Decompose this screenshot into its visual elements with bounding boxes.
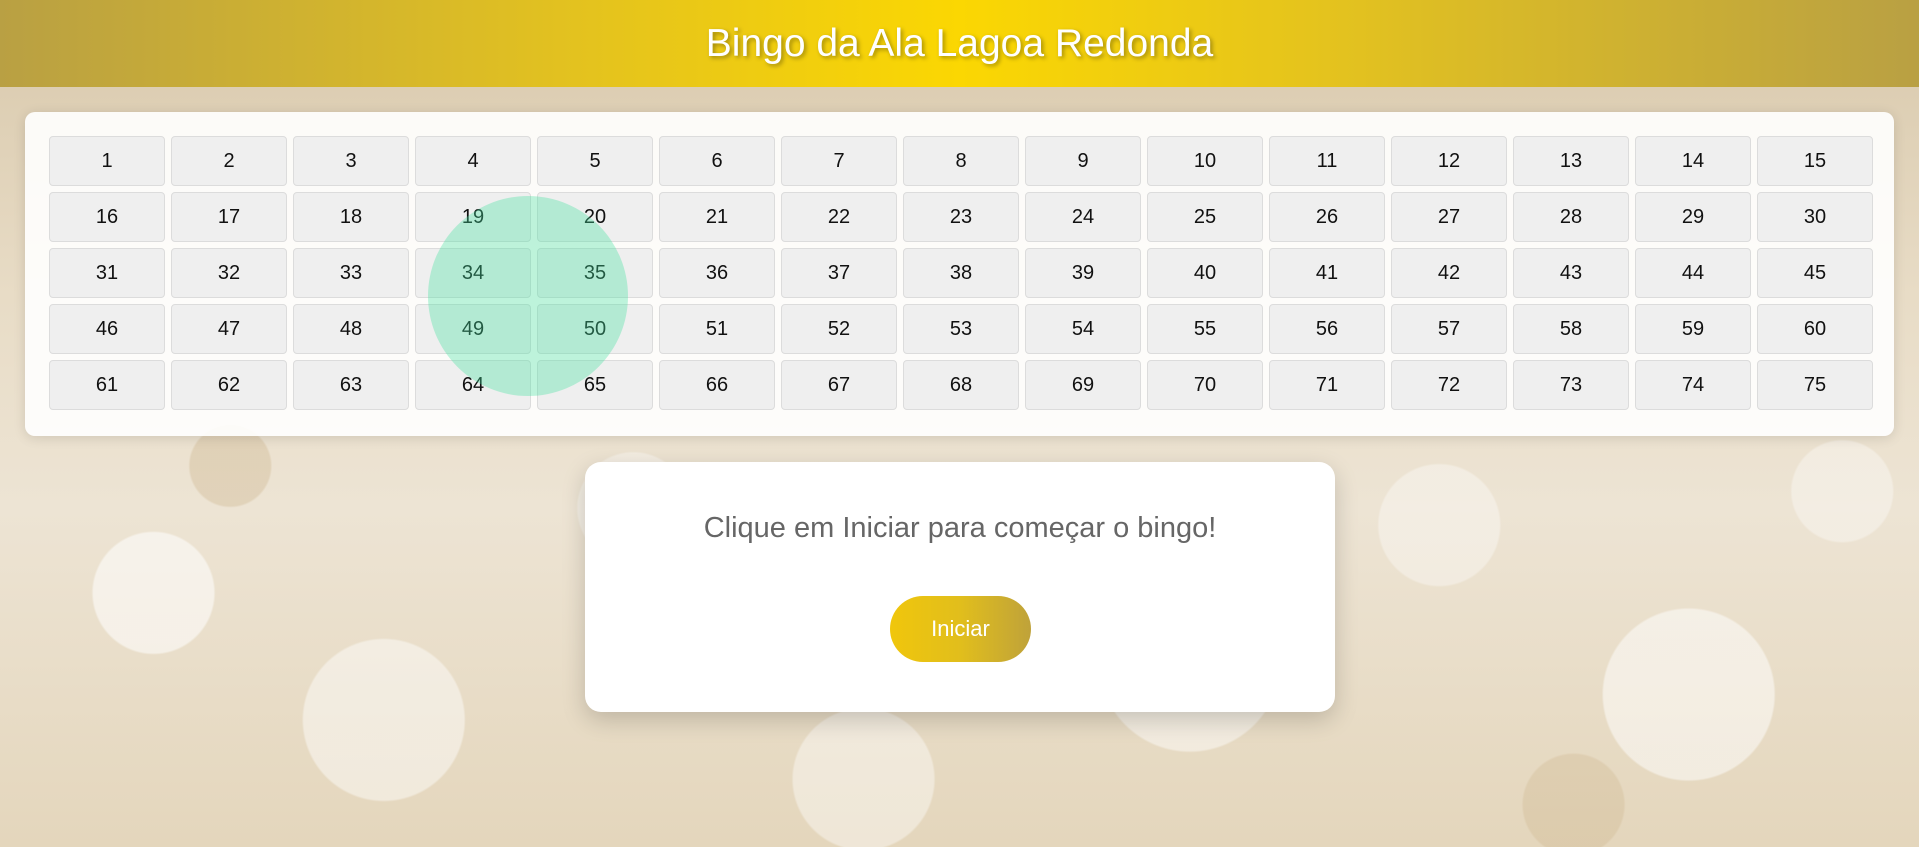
number-cell[interactable]: 19 <box>415 192 531 242</box>
number-cell[interactable]: 36 <box>659 248 775 298</box>
number-cell[interactable]: 3 <box>293 136 409 186</box>
number-cell[interactable]: 34 <box>415 248 531 298</box>
start-button[interactable]: Iniciar <box>890 596 1031 662</box>
number-cell[interactable]: 16 <box>49 192 165 242</box>
number-cell[interactable]: 7 <box>781 136 897 186</box>
number-cell[interactable]: 18 <box>293 192 409 242</box>
number-cell[interactable]: 40 <box>1147 248 1263 298</box>
page-title: Bingo da Ala Lagoa Redonda <box>705 21 1214 65</box>
number-cell[interactable]: 1 <box>49 136 165 186</box>
number-cell[interactable]: 72 <box>1391 360 1507 410</box>
number-cell[interactable]: 50 <box>537 304 653 354</box>
number-cell[interactable]: 17 <box>171 192 287 242</box>
number-cell[interactable]: 70 <box>1147 360 1263 410</box>
number-cell[interactable]: 10 <box>1147 136 1263 186</box>
number-cell[interactable]: 49 <box>415 304 531 354</box>
number-cell[interactable]: 37 <box>781 248 897 298</box>
number-cell[interactable]: 52 <box>781 304 897 354</box>
number-cell[interactable]: 12 <box>1391 136 1507 186</box>
number-cell[interactable]: 47 <box>171 304 287 354</box>
number-cell[interactable]: 2 <box>171 136 287 186</box>
number-cell[interactable]: 5 <box>537 136 653 186</box>
number-cell[interactable]: 55 <box>1147 304 1263 354</box>
number-cell[interactable]: 64 <box>415 360 531 410</box>
number-cell[interactable]: 29 <box>1635 192 1751 242</box>
number-cell[interactable]: 53 <box>903 304 1019 354</box>
number-cell[interactable]: 14 <box>1635 136 1751 186</box>
number-cell[interactable]: 48 <box>293 304 409 354</box>
number-cell[interactable]: 13 <box>1513 136 1629 186</box>
number-cell[interactable]: 23 <box>903 192 1019 242</box>
number-cell[interactable]: 44 <box>1635 248 1751 298</box>
number-cell[interactable]: 11 <box>1269 136 1385 186</box>
number-cell[interactable]: 45 <box>1757 248 1873 298</box>
number-cell[interactable]: 15 <box>1757 136 1873 186</box>
number-cell[interactable]: 51 <box>659 304 775 354</box>
number-cell[interactable]: 20 <box>537 192 653 242</box>
control-panel: Clique em Iniciar para começar o bingo! … <box>585 462 1335 712</box>
number-cell[interactable]: 38 <box>903 248 1019 298</box>
number-cell[interactable]: 65 <box>537 360 653 410</box>
header-bar: Bingo da Ala Lagoa Redonda <box>0 0 1919 87</box>
number-cell[interactable]: 22 <box>781 192 897 242</box>
number-cell[interactable]: 69 <box>1025 360 1141 410</box>
number-cell[interactable]: 25 <box>1147 192 1263 242</box>
number-cell[interactable]: 35 <box>537 248 653 298</box>
number-cell[interactable]: 43 <box>1513 248 1629 298</box>
number-cell[interactable]: 62 <box>171 360 287 410</box>
number-cell[interactable]: 28 <box>1513 192 1629 242</box>
number-board: 1 2 3 4 5 6 7 8 9 10 11 12 13 14 15 16 17 18 19 20 21 22 23 24 2… <box>25 112 1894 436</box>
number-cell[interactable]: 8 <box>903 136 1019 186</box>
number-cell[interactable]: 24 <box>1025 192 1141 242</box>
number-cell[interactable]: 54 <box>1025 304 1141 354</box>
number-cell[interactable]: 27 <box>1391 192 1507 242</box>
number-cell[interactable]: 58 <box>1513 304 1629 354</box>
number-cell[interactable]: 61 <box>49 360 165 410</box>
number-cell[interactable]: 26 <box>1269 192 1385 242</box>
number-cell[interactable]: 30 <box>1757 192 1873 242</box>
number-cell[interactable]: 63 <box>293 360 409 410</box>
number-cell[interactable]: 67 <box>781 360 897 410</box>
number-cell[interactable]: 46 <box>49 304 165 354</box>
number-cell[interactable]: 73 <box>1513 360 1629 410</box>
number-cell[interactable]: 33 <box>293 248 409 298</box>
number-cell[interactable]: 71 <box>1269 360 1385 410</box>
number-cell[interactable]: 59 <box>1635 304 1751 354</box>
number-cell[interactable]: 41 <box>1269 248 1385 298</box>
number-cell[interactable]: 74 <box>1635 360 1751 410</box>
number-cell[interactable]: 42 <box>1391 248 1507 298</box>
number-cell[interactable]: 75 <box>1757 360 1873 410</box>
status-message: Clique em Iniciar para começar o bingo! <box>703 512 1217 544</box>
number-cell[interactable]: 21 <box>659 192 775 242</box>
number-cell[interactable]: 4 <box>415 136 531 186</box>
number-cell[interactable]: 66 <box>659 360 775 410</box>
number-cell[interactable]: 57 <box>1391 304 1507 354</box>
number-cell[interactable]: 9 <box>1025 136 1141 186</box>
number-cell[interactable]: 6 <box>659 136 775 186</box>
number-cell[interactable]: 68 <box>903 360 1019 410</box>
number-grid: 1 2 3 4 5 6 7 8 9 10 11 12 13 14 15 16 17 18 19 20 21 22 23 24 2… <box>49 136 1873 410</box>
number-cell[interactable]: 32 <box>171 248 287 298</box>
number-cell[interactable]: 56 <box>1269 304 1385 354</box>
number-cell[interactable]: 60 <box>1757 304 1873 354</box>
number-cell[interactable]: 39 <box>1025 248 1141 298</box>
number-cell[interactable]: 31 <box>49 248 165 298</box>
